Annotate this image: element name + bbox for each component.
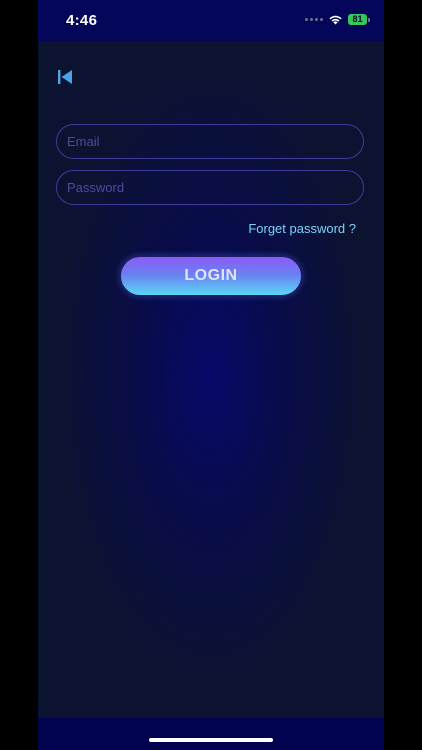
bottom-bar <box>38 718 384 750</box>
login-button[interactable]: LOGIN <box>119 255 303 297</box>
login-screen: 4:46 81 Email Forget password ? LOGIN <box>38 0 384 750</box>
password-field[interactable] <box>56 170 364 205</box>
email-field[interactable] <box>56 124 364 159</box>
status-icons: 81 <box>305 14 370 25</box>
home-indicator[interactable] <box>149 738 273 742</box>
device-frame: 4:46 81 Email Forget password ? LOGIN <box>0 0 422 750</box>
status-bar: 4:46 81 <box>38 0 384 42</box>
battery-level: 81 <box>348 14 367 25</box>
battery-icon: 81 <box>348 14 370 25</box>
forgot-password-link[interactable]: Forget password ? <box>248 221 356 236</box>
wifi-icon <box>329 15 342 25</box>
status-time: 4:46 <box>66 12 98 29</box>
back-button[interactable] <box>56 67 76 87</box>
skip-back-icon <box>58 70 72 84</box>
signal-icon <box>305 18 323 21</box>
